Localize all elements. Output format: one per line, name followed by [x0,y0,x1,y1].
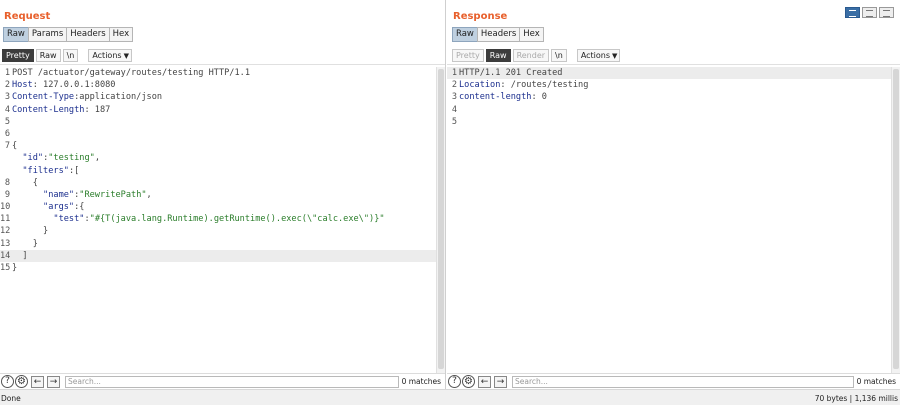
response-search-input[interactable]: Search... [512,375,854,388]
request-tab-headers[interactable]: Headers [66,27,110,42]
layout-toggles [845,7,894,18]
response-searchbar: ? ⚙ ← → Search... 0 matches [447,373,900,389]
layout-stacked-icon[interactable] [862,7,877,18]
request-title: Request [4,11,51,22]
response-line-3: 3 content-length: 0 [451,92,547,103]
response-line-4: 4 [451,104,457,115]
response-scrollbar[interactable] [891,67,900,373]
layout-side-by-side-icon[interactable] [845,7,860,18]
request-line-1: 1 POST /actuator/gateway/routes/testing H… [4,68,250,78]
response-scroll-thumb[interactable] [893,69,899,369]
request-line-7b: "id":"testing", [22,153,101,164]
request-scrollbar[interactable] [436,67,445,373]
response-line-5: 5 [451,116,457,127]
request-actions-label: Actions [92,51,122,60]
help-icon[interactable]: ? [448,375,461,388]
request-actions-button[interactable]: Actions ▼ [88,49,132,62]
request-line-11: 11 "test":"#{T(java.lang.Runtime).getRun… [0,214,385,225]
request-panel: Request Raw Params Headers Hex Pretty Ra… [0,0,446,389]
response-panel: Response Raw Headers Hex Pretty Raw Rend… [447,0,900,389]
response-tab-headers[interactable]: Headers [476,27,521,42]
request-line-14: 14 ] [0,249,436,262]
request-newline-button[interactable]: \n [62,49,79,62]
request-line-7: 7{ [4,141,18,152]
request-match-count: 0 matches [401,377,441,386]
request-tab-params[interactable]: Params [27,27,68,42]
request-line-15: 15} [0,263,18,273]
chevron-down-icon: ▼ [612,52,618,60]
response-editor[interactable]: 1 HTTP/1.1 201 Created 2 Location: /routes… [447,67,891,373]
help-icon[interactable]: ? [1,375,14,388]
response-line-1: 1 HTTP/1.1 201 Created [447,67,891,80]
response-raw-button[interactable]: Raw [485,49,511,62]
request-line-5: 5 [4,116,10,127]
request-pretty-button[interactable]: Pretty [2,49,34,62]
response-stats: 70 bytes | 1,136 millis [814,394,898,403]
arrow-right-icon[interactable]: → [47,375,60,388]
chevron-down-icon: ▼ [123,52,129,60]
response-toolbar: Pretty Raw Render \n Actions ▼ [447,48,900,65]
settings-gear-icon[interactable]: ⚙ [462,375,475,388]
request-searchbar: ? ⚙ ← → Search... 0 matches [0,373,445,389]
request-editor[interactable]: 1 POST /actuator/gateway/routes/testing H… [0,67,436,373]
response-tabs: Raw Headers Hex [452,27,544,42]
request-scroll-thumb[interactable] [438,69,444,369]
request-line-2: 2 Host: 127.0.0.1:8080 [4,80,116,91]
request-line-13: 13 } [0,238,38,249]
response-newline-button[interactable]: \n [551,49,567,62]
request-tab-hex[interactable]: Hex [108,27,134,42]
request-search-input[interactable]: Search... [65,375,399,388]
request-line-8: 8 { [4,177,38,188]
response-line-2: 2 Location: /routes/testing [451,80,589,91]
arrow-left-icon[interactable]: ← [31,375,44,388]
request-line-3: 3 Content-Type:application/json [4,92,163,103]
settings-gear-icon[interactable]: ⚙ [15,375,28,388]
request-line-7c: "filters":[ [22,165,80,176]
request-line-9: 9 "name":"RewritePath", [4,189,152,200]
request-tabs: Raw Params Headers Hex [3,27,134,42]
request-line-4: 4 Content-Length: 187 [4,104,111,115]
request-raw-button[interactable]: Raw [35,49,61,62]
response-render-button[interactable]: Render [512,49,550,62]
status-text: Done [1,394,21,403]
response-title: Response [453,11,508,22]
request-line-6: 6 [4,128,10,139]
request-line-12: 12 } [0,226,49,237]
layout-tabs-icon[interactable] [879,7,894,18]
request-tab-raw[interactable]: Raw [3,27,29,42]
arrow-right-icon[interactable]: → [494,375,507,388]
response-tab-raw[interactable]: Raw [452,27,478,42]
status-bar: Done 70 bytes | 1,136 millis [0,389,900,405]
request-line-10: 10 "args":{ [0,202,85,213]
request-toolbar: Pretty Raw \n Actions ▼ [0,48,445,65]
response-pretty-button[interactable]: Pretty [452,49,484,62]
response-match-count: 0 matches [856,377,896,386]
response-actions-label: Actions [580,51,611,60]
response-actions-button[interactable]: Actions ▼ [576,49,621,62]
arrow-left-icon[interactable]: ← [478,375,491,388]
response-tab-hex[interactable]: Hex [519,27,544,42]
